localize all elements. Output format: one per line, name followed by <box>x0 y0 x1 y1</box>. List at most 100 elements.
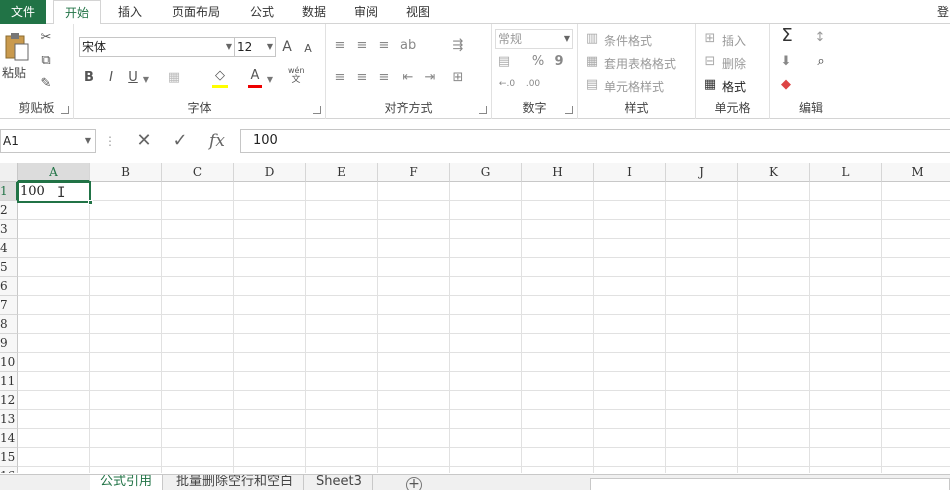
format-painter-icon[interactable]: ✎ <box>38 76 54 92</box>
fill-handle[interactable] <box>88 200 93 205</box>
italic-button[interactable]: I <box>104 70 118 86</box>
row-header-4[interactable]: 4 <box>0 239 18 258</box>
sheet-tab-formula-reference[interactable]: 公式引用 <box>90 475 164 490</box>
column-header-a[interactable]: A <box>18 163 90 182</box>
format-table-icon[interactable]: ▦ <box>584 54 600 70</box>
row-header-14[interactable]: 14 <box>0 429 18 448</box>
font-name-select[interactable]: 宋体 ▼ <box>79 37 235 57</box>
format-cells-button[interactable]: 格式 <box>722 78 746 95</box>
align-middle-icon[interactable]: ≡ <box>354 38 370 54</box>
column-header-k[interactable]: K <box>738 163 810 182</box>
cancel-icon[interactable]: ✕ <box>132 129 156 153</box>
tab-login[interactable]: 登 <box>936 0 950 24</box>
tab-insert[interactable]: 插入 <box>108 0 152 24</box>
row-header-12[interactable]: 12 <box>0 391 18 410</box>
tab-formulas[interactable]: 公式 <box>240 0 284 24</box>
row-header-3[interactable]: 3 <box>0 220 18 239</box>
conditional-format-icon[interactable]: ▥ <box>584 31 600 47</box>
font-size-select[interactable]: 12 ▼ <box>234 37 276 57</box>
column-header-e[interactable]: E <box>306 163 378 182</box>
align-top-icon[interactable]: ≡ <box>332 38 348 54</box>
clipboard-launcher-icon[interactable] <box>61 106 69 114</box>
underline-button[interactable]: U <box>126 70 140 86</box>
row-header-2[interactable]: 2 <box>0 201 18 220</box>
name-box[interactable]: A1 ▼ <box>0 129 96 153</box>
row-header-1[interactable]: 1 <box>0 182 18 201</box>
cut-icon[interactable]: ✂ <box>38 30 54 46</box>
grow-font-icon[interactable]: A <box>280 39 294 55</box>
font-color-icon[interactable]: A <box>248 68 262 84</box>
chevron-down-icon[interactable]: ▼ <box>266 72 274 88</box>
row-header-5[interactable]: 5 <box>0 258 18 277</box>
sheet-tab-batch-delete[interactable]: 批量删除空行和空白 <box>166 475 305 490</box>
row-header-11[interactable]: 11 <box>0 372 18 391</box>
column-header-f[interactable]: F <box>378 163 450 182</box>
tab-page-layout[interactable]: 页面布局 <box>160 0 232 24</box>
number-format-select[interactable]: 常规 ▼ <box>495 29 573 49</box>
insert-function-icon[interactable]: fx <box>204 129 230 153</box>
align-center-icon[interactable]: ≡ <box>354 70 370 86</box>
tab-data[interactable]: 数据 <box>292 0 336 24</box>
orientation-icon[interactable]: ab <box>400 38 416 54</box>
fill-icon[interactable]: ⬇ <box>778 54 794 70</box>
paste-icon[interactable] <box>4 32 30 62</box>
row-header-15[interactable]: 15 <box>0 448 18 467</box>
column-header-m[interactable]: M <box>882 163 950 182</box>
insert-cells-button[interactable]: 插入 <box>722 32 746 49</box>
insert-cells-icon[interactable]: ⊞ <box>702 31 718 47</box>
decrease-decimal-icon[interactable]: .00 <box>522 76 544 92</box>
enter-icon[interactable]: ✓ <box>168 129 192 153</box>
row-header-6[interactable]: 6 <box>0 277 18 296</box>
tab-file[interactable]: 文件 <box>0 0 46 24</box>
add-sheet-icon[interactable]: + <box>406 477 422 490</box>
shrink-font-icon[interactable]: A <box>302 41 314 57</box>
border-icon[interactable]: ▦ <box>166 70 182 86</box>
decrease-indent-icon[interactable]: ⇤ <box>400 70 416 86</box>
cell-styles-button[interactable]: 单元格样式 <box>604 78 664 95</box>
merge-center-icon[interactable]: ⊞ <box>450 70 466 86</box>
conditional-format-button[interactable]: 条件格式 <box>604 32 652 49</box>
column-header-l[interactable]: L <box>810 163 882 182</box>
format-cells-icon[interactable]: ▦ <box>702 77 718 93</box>
percent-icon[interactable]: % <box>530 54 546 70</box>
delete-cells-button[interactable]: 删除 <box>722 55 746 72</box>
find-select-icon[interactable]: ⌕ <box>812 54 830 70</box>
row-header-7[interactable]: 7 <box>0 296 18 315</box>
cell-styles-icon[interactable]: ▤ <box>584 77 600 93</box>
align-bottom-icon[interactable]: ≡ <box>376 38 392 54</box>
tab-home[interactable]: 开始 <box>53 0 101 25</box>
clear-icon[interactable]: ◆ <box>778 77 794 93</box>
delete-cells-icon[interactable]: ⊟ <box>702 54 718 70</box>
row-header-10[interactable]: 10 <box>0 353 18 372</box>
copy-icon[interactable]: ⧉ <box>38 53 54 69</box>
chevron-down-icon[interactable]: ▼ <box>142 72 150 88</box>
increase-decimal-icon[interactable]: ←.0 <box>496 76 518 92</box>
row-header-16[interactable]: 16 <box>0 467 18 473</box>
alignment-launcher-icon[interactable] <box>479 106 487 114</box>
wrap-text-icon[interactable]: ⇶ <box>450 38 466 54</box>
phonetic-icon[interactable]: wén 文 <box>288 66 305 85</box>
bold-button[interactable]: B <box>82 70 96 86</box>
column-header-i[interactable]: I <box>594 163 666 182</box>
column-header-g[interactable]: G <box>450 163 522 182</box>
comma-style-icon[interactable]: 9 <box>552 54 566 70</box>
worksheet-grid[interactable]: ABCDEFGHIJKLM 12345678910111213141516 10… <box>0 163 950 473</box>
active-cell-a1[interactable]: 100 I <box>17 181 93 205</box>
tab-review[interactable]: 审阅 <box>344 0 388 24</box>
number-launcher-icon[interactable] <box>565 106 573 114</box>
row-header-13[interactable]: 13 <box>0 410 18 429</box>
formula-input[interactable]: 100 <box>240 129 950 153</box>
select-all-corner[interactable] <box>0 163 18 182</box>
column-header-h[interactable]: H <box>522 163 594 182</box>
column-header-b[interactable]: B <box>90 163 162 182</box>
row-header-8[interactable]: 8 <box>0 315 18 334</box>
increase-indent-icon[interactable]: ⇥ <box>422 70 438 86</box>
sort-filter-icon[interactable]: ↕ <box>812 30 828 46</box>
row-header-9[interactable]: 9 <box>0 334 18 353</box>
align-left-icon[interactable]: ≡ <box>332 70 348 86</box>
paste-button[interactable]: 粘贴 <box>2 64 26 81</box>
autosum-icon[interactable]: Σ <box>778 27 796 45</box>
currency-icon[interactable]: ▤ <box>496 54 512 70</box>
more-icon[interactable]: ⋮ <box>104 129 116 153</box>
column-header-j[interactable]: J <box>666 163 738 182</box>
